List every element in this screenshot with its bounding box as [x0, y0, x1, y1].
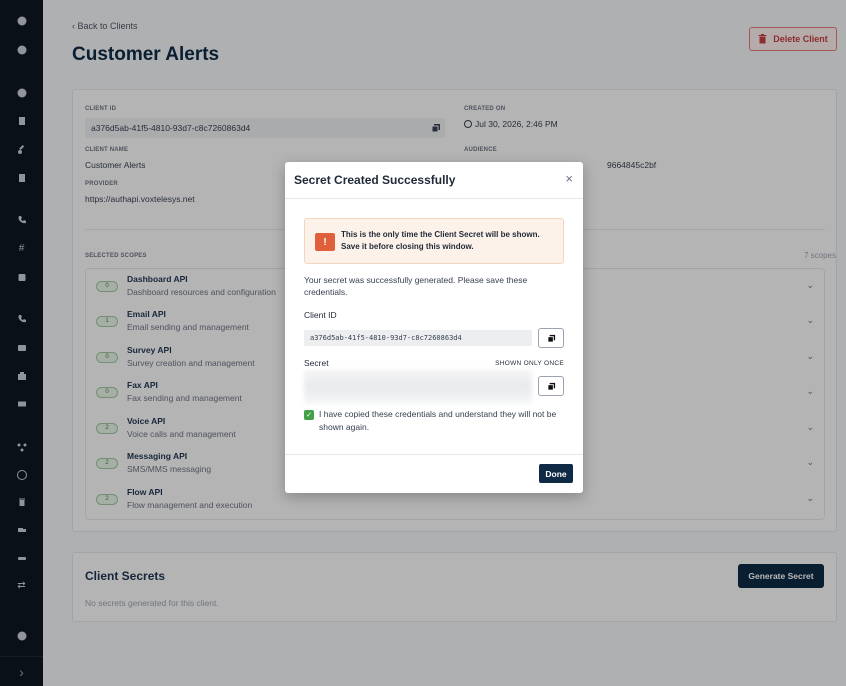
secret-created-modal: Secret Created Successfully × ! This is … — [285, 162, 583, 493]
modal-divider — [285, 198, 583, 199]
warning-icon: ! — [315, 233, 335, 251]
modal-footer-divider — [285, 454, 583, 455]
client-id-label: Client ID — [304, 310, 337, 320]
confirm-text: I have copied these credentials and unde… — [319, 409, 557, 432]
confirm-checkbox[interactable]: ✓ — [304, 410, 314, 420]
done-button[interactable]: Done — [539, 464, 573, 483]
shown-once-badge: SHOWN ONLY ONCE — [495, 360, 564, 367]
client-id-readonly: a376d5ab-41f5-4810-93d7-c8c7260863d4 — [304, 330, 532, 346]
modal-title: Secret Created Successfully — [294, 173, 456, 187]
secret-label: Secret — [304, 358, 329, 368]
intro-text: Your secret was successfully generated. … — [304, 275, 528, 297]
secret-value-blurred — [304, 370, 532, 404]
copy-icon — [546, 334, 555, 343]
warning-banner: ! This is the only time the Client Secre… — [304, 218, 564, 264]
copy-icon — [546, 382, 555, 391]
warning-text: This is the only time the Client Secret … — [341, 230, 540, 251]
close-icon[interactable]: × — [565, 171, 573, 186]
copy-client-id-button[interactable] — [538, 328, 564, 348]
copy-secret-button[interactable] — [538, 376, 564, 396]
